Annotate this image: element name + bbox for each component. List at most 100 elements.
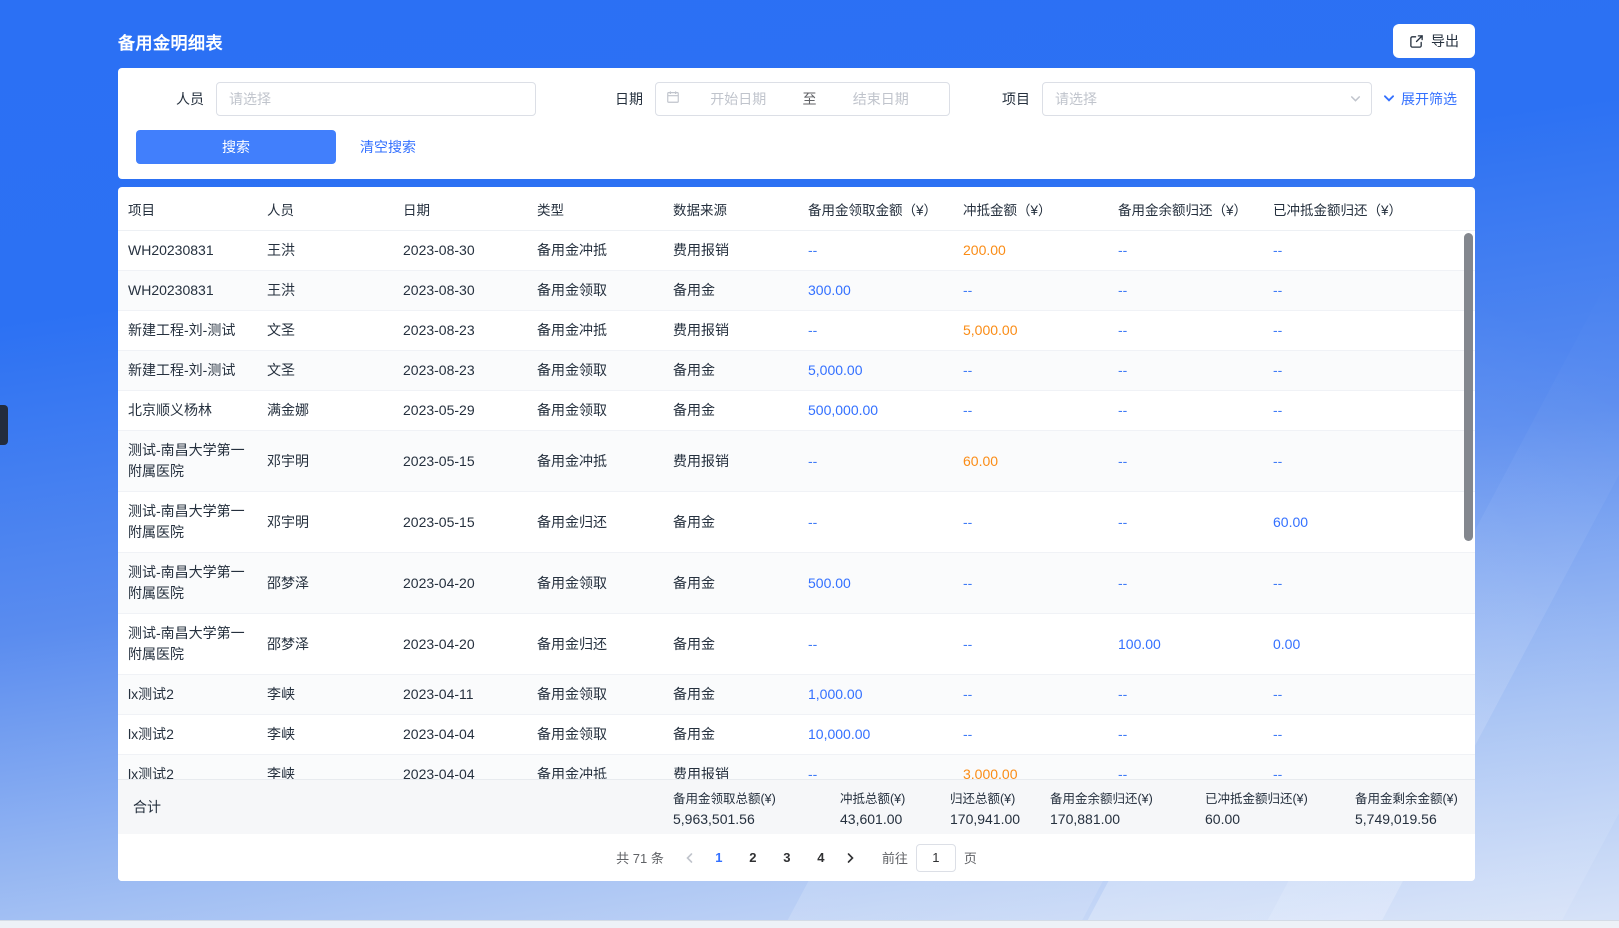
column-header: 人员 bbox=[257, 199, 393, 219]
cell-type: 备用金领取 bbox=[527, 351, 663, 390]
start-date-input[interactable] bbox=[680, 91, 797, 107]
cell-person: 邵梦泽 bbox=[257, 625, 393, 664]
cell-date: 2023-05-15 bbox=[393, 503, 527, 542]
cell-person: 李峡 bbox=[257, 715, 393, 754]
cell-date: 2023-05-29 bbox=[393, 391, 527, 430]
export-label: 导出 bbox=[1431, 31, 1459, 51]
cell-offset: -- bbox=[953, 351, 1108, 390]
person-select-input[interactable] bbox=[216, 82, 536, 116]
cell-project: lx测试2 bbox=[118, 715, 257, 754]
summary-stat-label: 归还总额(¥) bbox=[950, 788, 1040, 807]
cell-offset: -- bbox=[953, 625, 1108, 664]
summary-stat-value: 170,941.00 bbox=[950, 811, 1040, 827]
cell-offset-return: -- bbox=[1263, 675, 1475, 714]
table-row[interactable]: WH20230831王洪2023-08-30备用金领取备用金300.00----… bbox=[118, 271, 1475, 311]
page-button-3[interactable]: 3 bbox=[773, 844, 801, 872]
table-row[interactable]: 新建工程-刘-测试文圣2023-08-23备用金冲抵费用报销--5,000.00… bbox=[118, 311, 1475, 351]
summary-stat-value: 43,601.00 bbox=[840, 811, 940, 827]
cell-date: 2023-05-15 bbox=[393, 442, 527, 481]
project-select[interactable] bbox=[1042, 82, 1372, 116]
table-row[interactable]: lx测试2李峡2023-04-04备用金领取备用金10,000.00------ bbox=[118, 715, 1475, 755]
cell-source: 费用报销 bbox=[663, 231, 798, 270]
summary-stat-label: 备用金剩余金额(¥) bbox=[1355, 788, 1458, 807]
table-row[interactable]: 测试-南昌大学第一附属医院邓宇明2023-05-15备用金归还备用金------… bbox=[118, 492, 1475, 553]
export-button[interactable]: 导出 bbox=[1393, 24, 1475, 58]
cell-project: 测试-南昌大学第一附属医院 bbox=[118, 492, 257, 552]
cell-balance-return: 100.00 bbox=[1108, 625, 1263, 664]
cell-date: 2023-08-23 bbox=[393, 351, 527, 390]
calendar-icon bbox=[666, 90, 680, 109]
column-header: 项目 bbox=[118, 199, 257, 219]
cell-offset: 200.00 bbox=[953, 231, 1108, 270]
page-button-2[interactable]: 2 bbox=[739, 844, 767, 872]
data-table: 项目人员日期类型数据来源备用金领取金额（¥）冲抵金额（¥）备用金余额归还（¥）已… bbox=[118, 187, 1475, 881]
date-filter-label: 日期 bbox=[615, 89, 643, 109]
expand-label: 展开筛选 bbox=[1401, 89, 1457, 109]
cell-offset-return: -- bbox=[1263, 564, 1475, 603]
cell-balance-return: -- bbox=[1108, 351, 1263, 390]
cell-offset: 5,000.00 bbox=[953, 311, 1108, 350]
cell-person: 满金娜 bbox=[257, 391, 393, 430]
cell-person: 李峡 bbox=[257, 755, 393, 779]
cell-date: 2023-08-30 bbox=[393, 231, 527, 270]
app-background: 备用金明细表 导出 人员 日期 bbox=[0, 0, 1619, 928]
summary-row: 合计 备用金领取总额(¥)5,963,501.56冲抵总额(¥)43,601.0… bbox=[118, 779, 1475, 834]
cell-source: 备用金 bbox=[663, 564, 798, 603]
goto-page-input[interactable] bbox=[916, 844, 956, 872]
table-row[interactable]: 测试-南昌大学第一附属医院邵梦泽2023-04-20备用金归还备用金----10… bbox=[118, 614, 1475, 675]
expand-chevron-icon bbox=[1382, 91, 1396, 108]
search-button[interactable]: 搜索 bbox=[136, 130, 336, 164]
page-button-4[interactable]: 4 bbox=[807, 844, 835, 872]
cell-received: -- bbox=[798, 231, 953, 270]
table-row[interactable]: WH20230831王洪2023-08-30备用金冲抵费用报销--200.00-… bbox=[118, 231, 1475, 271]
table-scrollbar[interactable] bbox=[1464, 233, 1473, 541]
summary-stat: 备用金剩余金额(¥)5,749,019.56 bbox=[1355, 788, 1468, 827]
cell-type: 备用金领取 bbox=[527, 675, 663, 714]
cell-balance-return: -- bbox=[1108, 755, 1263, 779]
cell-offset-return: -- bbox=[1263, 351, 1475, 390]
prev-page-button[interactable] bbox=[678, 844, 702, 872]
cell-offset-return: -- bbox=[1263, 231, 1475, 270]
cell-offset: -- bbox=[953, 564, 1108, 603]
cell-offset: 60.00 bbox=[953, 442, 1108, 481]
cell-date: 2023-04-20 bbox=[393, 625, 527, 664]
table-row[interactable]: 测试-南昌大学第一附属医院邵梦泽2023-04-20备用金领取备用金500.00… bbox=[118, 553, 1475, 614]
summary-stat-label: 已冲抵金额归还(¥) bbox=[1205, 788, 1345, 807]
table-row[interactable]: 北京顺义杨林满金娜2023-05-29备用金领取备用金500,000.00---… bbox=[118, 391, 1475, 431]
cell-type: 备用金归还 bbox=[527, 625, 663, 664]
summary-stat-label: 冲抵总额(¥) bbox=[840, 788, 940, 807]
page-button-1[interactable]: 1 bbox=[705, 844, 733, 872]
drawer-handle[interactable] bbox=[0, 405, 8, 445]
cell-source: 备用金 bbox=[663, 675, 798, 714]
end-date-input[interactable] bbox=[823, 91, 940, 107]
summary-stat-value: 60.00 bbox=[1205, 811, 1345, 827]
cell-project: 新建工程-刘-测试 bbox=[118, 311, 257, 350]
table-row[interactable]: 测试-南昌大学第一附属医院邓宇明2023-05-15备用金冲抵费用报销--60.… bbox=[118, 431, 1475, 492]
cell-offset-return: -- bbox=[1263, 391, 1475, 430]
next-page-button[interactable] bbox=[838, 844, 862, 872]
cell-balance-return: -- bbox=[1108, 231, 1263, 270]
cell-offset-return: 60.00 bbox=[1263, 503, 1475, 542]
date-range-picker[interactable]: 至 bbox=[655, 82, 950, 116]
cell-project: lx测试2 bbox=[118, 675, 257, 714]
clear-search-link[interactable]: 清空搜索 bbox=[360, 137, 416, 157]
cell-project: 北京顺义杨林 bbox=[118, 391, 257, 430]
expand-filters-link[interactable]: 展开筛选 bbox=[1382, 89, 1457, 109]
cell-received: 5,000.00 bbox=[798, 351, 953, 390]
project-select-input[interactable] bbox=[1042, 82, 1372, 116]
table-row[interactable]: 新建工程-刘-测试文圣2023-08-23备用金领取备用金5,000.00---… bbox=[118, 351, 1475, 391]
cell-balance-return: -- bbox=[1108, 271, 1263, 310]
topbar: 备用金明细表 导出 bbox=[118, 0, 1475, 58]
cell-received: -- bbox=[798, 311, 953, 350]
table-row[interactable]: lx测试2李峡2023-04-11备用金领取备用金1,000.00------ bbox=[118, 675, 1475, 715]
cell-received: -- bbox=[798, 442, 953, 481]
cell-source: 备用金 bbox=[663, 715, 798, 754]
summary-stat-value: 5,963,501.56 bbox=[673, 811, 830, 827]
cell-received: 500.00 bbox=[798, 564, 953, 603]
cell-person: 王洪 bbox=[257, 231, 393, 270]
cell-date: 2023-08-30 bbox=[393, 271, 527, 310]
table-row[interactable]: lx测试2李峡2023-04-04备用金冲抵费用报销--3,000.00---- bbox=[118, 755, 1475, 779]
cell-offset-return: -- bbox=[1263, 715, 1475, 754]
summary-stat: 归还总额(¥) 170,941.00 bbox=[950, 788, 1050, 827]
cell-balance-return: -- bbox=[1108, 311, 1263, 350]
